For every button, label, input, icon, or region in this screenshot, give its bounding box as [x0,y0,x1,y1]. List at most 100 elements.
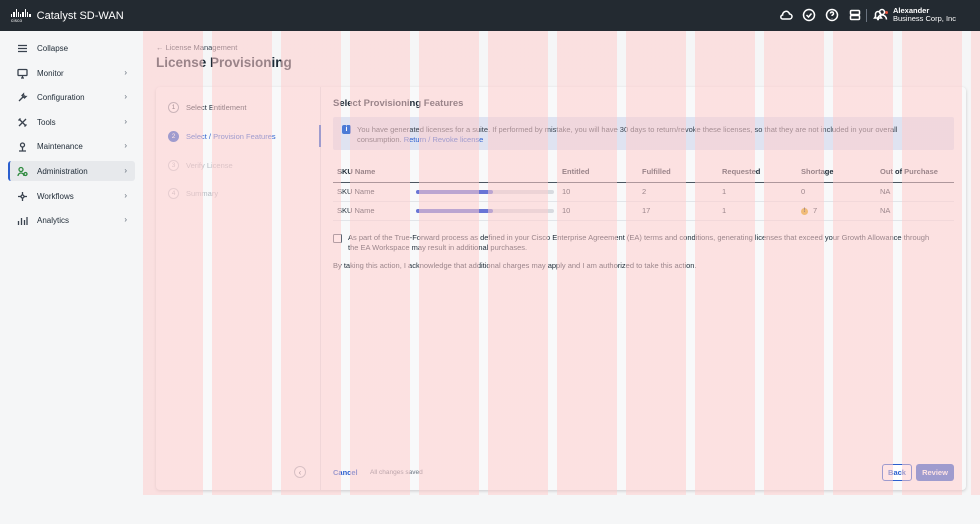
chevron-right-icon: › [124,68,127,77]
wizard-step-3: 3 Verify License [168,160,233,171]
step-number: 1 [168,102,179,113]
sidebar-item-collapse[interactable]: Collapse [8,38,135,58]
column-header: Entitled [558,162,638,183]
page-title: License Provisioning [156,55,292,70]
progress-fill [416,190,494,195]
sidebar-item-configuration[interactable]: Configuration › [8,87,135,107]
configuration-icon [17,91,28,103]
step-number: 3 [168,160,179,171]
administration-icon [17,166,28,177]
column-header: Out of Purchase [876,162,954,183]
wizard-step-4: 4 Summary [168,188,218,199]
chevron-right-icon: › [124,191,127,200]
requested-cell: 1 [718,182,797,202]
header-divider [866,9,867,22]
column-header: Fulfilled [638,162,718,183]
sidebar-item-tools[interactable]: Tools › [8,112,135,132]
maintenance-icon [17,141,28,152]
cisco-wordmark: cisco [11,17,23,23]
step-number: 2 [168,131,179,142]
review-button[interactable]: Review [916,464,954,481]
shortage-value: 7 [813,206,818,215]
return-revoke-link[interactable]: Return / Revoke license [404,135,484,144]
sidebar: Collapse Monitor › Configuration › Tools… [0,31,143,524]
sidebar-item-label: Tools [37,117,56,127]
shortage-cell: ! 7 [797,201,876,221]
breadcrumb[interactable]: ← License Management [156,43,237,52]
server-icon[interactable] [848,8,862,24]
wizard-step-1[interactable]: 1 Select Entitlement [168,102,246,113]
warning-icon: ! [801,207,808,215]
table-row[interactable]: SKU Name 10 17 1 ! 7 NA [333,201,954,221]
sidebar-item-label: Maintenance [37,141,83,151]
header-icon-group [779,8,888,24]
sidebar-item-analytics[interactable]: Analytics › [8,210,135,230]
entitled-cell: 10 [558,201,638,221]
save-status: All changes saved [370,469,423,476]
cloud-icon[interactable] [779,8,793,24]
sku-cell: SKU Name [333,182,558,202]
collapse-steps-button[interactable]: ‹ [294,466,306,478]
info-icon: i [342,125,351,134]
fulfilled-cell: 2 [638,182,718,202]
sidebar-item-label: Workflows [37,191,74,201]
info-banner: i You have generated licenses for a suit… [333,117,954,150]
agreement-text: As part of the True-Forward process as d… [348,233,930,252]
app-title: Catalyst SD-WAN [36,9,124,22]
chevron-right-icon: › [124,215,127,224]
progress-bar [416,190,554,195]
step-number: 4 [168,188,179,199]
top-bar: cisco Catalyst SD-WAN Alexander Business… [0,0,980,31]
table-row[interactable]: SKU Name 10 2 1 0 NA [333,182,954,202]
breadcrumb-link[interactable]: License Management [166,43,238,52]
wizard-step-2[interactable]: 2 Select / Provision Features [168,131,276,142]
chevron-left-icon: ‹ [298,467,302,477]
sidebar-item-administration[interactable]: Administration › [8,161,135,181]
workflows-icon [17,191,28,202]
progress-fill [416,209,494,214]
cisco-logo-bars [11,8,31,17]
step-label: Verify License [186,161,233,170]
chevron-right-icon: › [124,117,127,126]
table-header-row: SKU Name Entitled Fulfilled Requested Sh… [333,162,954,183]
entitled-cell: 10 [558,182,638,202]
sidebar-item-label: Collapse [37,43,69,53]
out-of-purchase-cell: NA [876,182,954,202]
column-header: Requested [718,162,797,183]
sku-name: SKU Name [337,187,375,196]
chevron-right-icon: › [124,92,127,101]
user-menu[interactable]: Alexander Business Corp, Inc [876,7,956,23]
sidebar-item-label: Administration [37,166,88,176]
sku-table: SKU Name Entitled Fulfilled Requested Sh… [333,162,954,221]
analytics-icon [17,215,28,226]
progress-bar [416,209,554,214]
sidebar-item-maintenance[interactable]: Maintenance › [8,136,135,156]
check-circle-icon[interactable] [802,8,816,24]
cisco-logo[interactable]: cisco [11,8,31,23]
step-label: Summary [186,189,219,198]
step-label: Select Entitlement [186,103,247,112]
tools-icon [17,117,28,128]
cancel-button[interactable]: Cancel [333,468,358,477]
sidebar-item-workflows[interactable]: Workflows › [8,186,135,206]
sidebar-item-monitor[interactable]: Monitor › [8,63,135,83]
monitor-icon [17,68,28,79]
sidebar-item-label: Configuration [37,92,85,102]
banner-message: You have generated licenses for a suite.… [357,125,942,145]
fulfilled-cell: 17 [638,201,718,221]
user-icon [876,8,888,22]
column-header: SKU Name [333,162,558,183]
back-button[interactable]: Back [882,464,912,481]
sku-cell: SKU Name [333,201,558,221]
chevron-right-icon: › [124,166,127,175]
acknowledgement-text: By taking this action, I acknowledge tha… [333,261,697,270]
user-org: Business Corp, Inc [893,14,956,23]
help-icon[interactable] [825,8,839,24]
agreement-checkbox[interactable] [333,234,342,243]
column-header: Shortage [797,162,876,183]
agreement-row: As part of the True-Forward process as d… [333,233,933,253]
step-label: Select / Provision Features [186,132,276,141]
shortage-cell: 0 [797,182,876,202]
steps-divider [320,87,321,490]
active-step-marker [319,125,321,147]
